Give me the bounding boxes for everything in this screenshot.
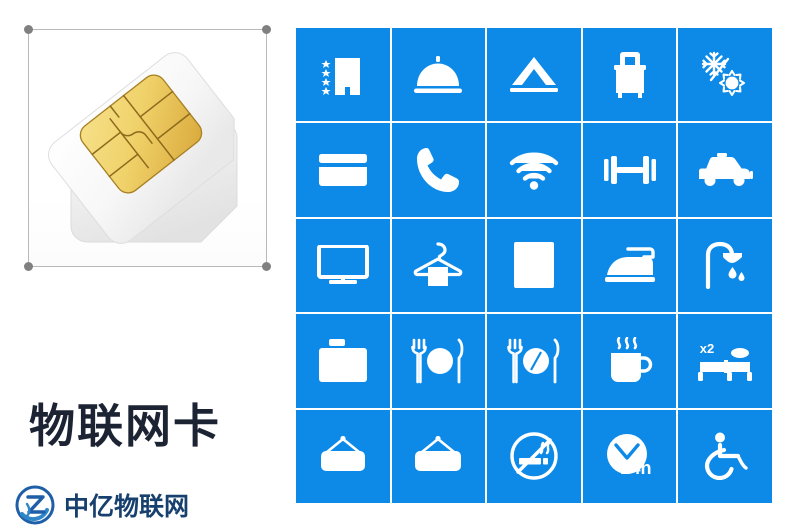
tile-photo-camera[interactable] xyxy=(296,314,390,408)
washing-machine-icon xyxy=(513,242,554,289)
tile-hot-coffee-cup[interactable] xyxy=(582,314,677,408)
tile-shower-head[interactable] xyxy=(678,218,772,313)
circular-z-emblem-icon xyxy=(15,485,55,525)
photo-camera-icon xyxy=(318,338,367,382)
taxi-car-icon xyxy=(699,153,754,187)
wheelchair-accessible-icon xyxy=(705,432,748,481)
tile-washing-machine[interactable] xyxy=(487,218,581,313)
tile-clothes-iron[interactable] xyxy=(582,218,677,313)
tile-star-hotel-building[interactable] xyxy=(296,28,390,122)
tile-wifi-signal[interactable] xyxy=(487,123,581,217)
wifi-signal-icon xyxy=(509,152,559,190)
close-sign-icon: CLOSE xyxy=(415,436,462,472)
telephone-handset-icon xyxy=(417,148,460,193)
tile-television[interactable] xyxy=(296,218,390,313)
tile-luggage-suitcase[interactable] xyxy=(582,28,677,122)
double-bed-icon: x2 xyxy=(698,341,753,381)
brand-name: 中亿物联网 xyxy=(64,492,190,521)
svg-text:CLOSE: CLOSE xyxy=(417,455,460,469)
brand-logo: 中亿物联网 xyxy=(14,484,189,526)
svg-text:2: 2 xyxy=(536,361,542,373)
handle-bottom-right[interactable] xyxy=(262,262,271,271)
product-image-panel: 物联网卡 中亿物联网 xyxy=(0,0,290,532)
clothes-iron-icon xyxy=(604,247,655,283)
television-icon xyxy=(316,245,369,285)
handle-bottom-left[interactable] xyxy=(24,262,33,271)
image-selection-frame[interactable] xyxy=(24,25,271,271)
tile-dumbbell-gym[interactable] xyxy=(582,123,677,217)
tile-snowflake-sun-climate[interactable] xyxy=(678,28,772,122)
star-hotel-building-icon xyxy=(321,57,360,95)
sim-card-pair-illustration xyxy=(48,52,238,244)
no-smoking-icon xyxy=(510,432,558,480)
tile-close-sign[interactable]: CLOSE xyxy=(391,409,486,503)
dumbbell-gym-icon xyxy=(603,156,656,185)
credit-card-icon xyxy=(318,154,367,187)
tile-open-sign[interactable]: OPEN xyxy=(296,409,390,503)
svg-text:x2: x2 xyxy=(700,341,714,356)
open-sign-icon: OPEN xyxy=(320,436,365,472)
clothes-hanger-towel-icon xyxy=(414,242,463,287)
half-board-meal-icon: 1 2 xyxy=(507,338,560,384)
fork-plate-knife-icon xyxy=(411,338,464,384)
clock-24h-icon: 24h xyxy=(606,434,651,478)
page-title: 物联网卡 xyxy=(29,399,221,453)
tile-clothes-hanger-towel[interactable] xyxy=(391,218,486,313)
tile-credit-card[interactable] xyxy=(296,123,390,217)
tile-half-board-meal[interactable]: 1 2 xyxy=(487,314,581,408)
tile-clock-24h[interactable]: 24h xyxy=(582,409,677,503)
hot-coffee-cup-icon xyxy=(610,336,652,382)
room-service-bell-icon xyxy=(414,55,463,93)
snowflake-sun-climate-icon xyxy=(701,51,746,96)
tile-room-service-bell[interactable] xyxy=(391,28,486,122)
handle-top-left[interactable] xyxy=(24,25,33,34)
tile-tent-camping[interactable] xyxy=(487,28,581,122)
shower-head-icon xyxy=(706,242,745,290)
tile-wheelchair-accessible[interactable] xyxy=(678,409,772,503)
tile-telephone-handset[interactable] xyxy=(391,123,486,217)
tile-double-bed[interactable]: x2 xyxy=(678,314,772,408)
tile-fork-plate-knife[interactable] xyxy=(391,314,486,408)
svg-text:24h: 24h xyxy=(620,458,651,478)
svg-text:OPEN: OPEN xyxy=(324,454,362,469)
luggage-suitcase-icon xyxy=(613,51,646,98)
handle-top-right[interactable] xyxy=(262,25,271,34)
amenity-icon-grid: 1 2 x2 OPEN CLOSE 24h xyxy=(296,28,772,503)
tent-camping-icon xyxy=(509,56,558,92)
tile-taxi-car[interactable] xyxy=(678,123,772,217)
svg-text:1: 1 xyxy=(529,351,535,363)
tile-no-smoking[interactable] xyxy=(487,409,581,503)
